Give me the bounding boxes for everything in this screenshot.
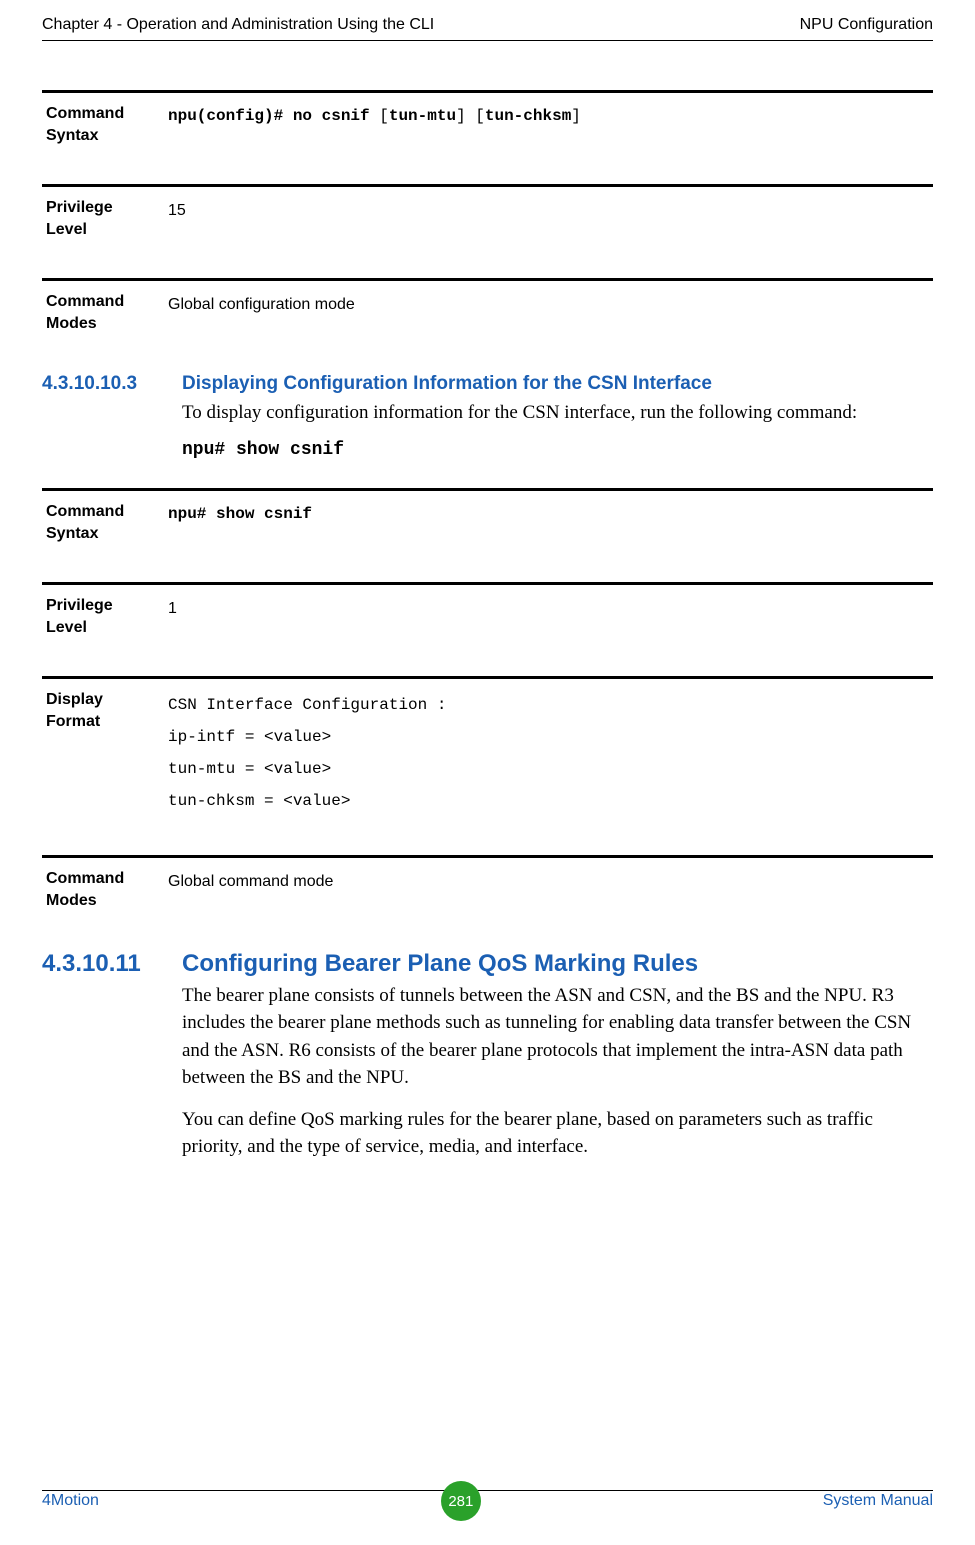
privilege-level-label: Privilege Level [42,187,164,250]
display-format-line2: ip-intf = <value> [168,721,929,753]
privilege-level-value: 15 [164,187,933,250]
display-format-line4: tun-chksm = <value> [168,785,929,817]
privilege-level-value-2: 1 [164,585,933,648]
display-format-value: CSN Interface Configuration : ip-intf = … [164,679,933,827]
command-syntax-value: npu(config)# no csnif [tun-mtu] [tun-chk… [164,93,933,156]
content: Command Syntax npu(config)# no csnif [tu… [42,90,933,1175]
command-modes-value-2: Global command mode [164,858,933,921]
page-header: Chapter 4 - Operation and Administration… [42,16,933,34]
display-format-block: Display Format CSN Interface Configurati… [42,676,933,827]
command-modes-block-2: Command Modes Global command mode [42,855,933,921]
command-syntax-block-2: Command Syntax npu# show csnif [42,488,933,554]
privilege-level-block-2: Privilege Level 1 [42,582,933,648]
command-modes-value: Global configuration mode [164,281,933,344]
command-line: npu# show csnif [182,440,933,460]
command-syntax-value-2: npu# show csnif [164,491,933,554]
footer-left: 4Motion [42,1492,99,1510]
command-syntax-label: Command Syntax [42,93,164,156]
command-syntax-block: Command Syntax npu(config)# no csnif [tu… [42,90,933,156]
command-modes-label: Command Modes [42,281,164,344]
section-body-2: The bearer plane consists of tunnels bet… [182,982,933,1161]
cs-bracket1: [ [379,107,389,125]
command-modes-label-2: Command Modes [42,858,164,921]
section-display-csn: 4.3.10.10.3 Displaying Configuration Inf… [42,373,933,395]
header-rule [42,40,933,41]
cs-arg1: tun-mtu [389,107,456,125]
cs-arg2: tun-chksm [485,107,571,125]
section-paragraph: To display configuration information for… [182,399,933,427]
privilege-level-label-2: Privilege Level [42,585,164,648]
cs-bracket2: ] [ [456,107,485,125]
page: Chapter 4 - Operation and Administration… [0,0,975,1545]
section-number-2: 4.3.10.11 [42,950,182,978]
privilege-level-block: Privilege Level 15 [42,184,933,250]
section-p2: You can define QoS marking rules for the… [182,1106,933,1161]
section-body: To display configuration information for… [182,399,933,427]
cs-bracket3: ] [571,107,581,125]
footer-right: System Manual [823,1492,933,1510]
display-format-line1: CSN Interface Configuration : [168,689,929,721]
header-right: NPU Configuration [800,16,933,34]
header-left: Chapter 4 - Operation and Administration… [42,16,434,34]
cs-part1: npu(config)# no csnif [168,107,379,125]
page-footer: 4Motion 281 System Manual [42,1481,933,1521]
command-modes-block: Command Modes Global configuration mode [42,278,933,344]
command-syntax-label-2: Command Syntax [42,491,164,554]
display-format-line3: tun-mtu = <value> [168,753,929,785]
page-number: 281 [441,1481,481,1521]
section-number: 4.3.10.10.3 [42,373,182,395]
section-title-2: Configuring Bearer Plane QoS Marking Rul… [182,950,933,978]
section-p1: The bearer plane consists of tunnels bet… [182,982,933,1092]
display-format-label: Display Format [42,679,164,827]
section-qos-rules: 4.3.10.11 Configuring Bearer Plane QoS M… [42,950,933,978]
section-title: Displaying Configuration Information for… [182,373,933,395]
